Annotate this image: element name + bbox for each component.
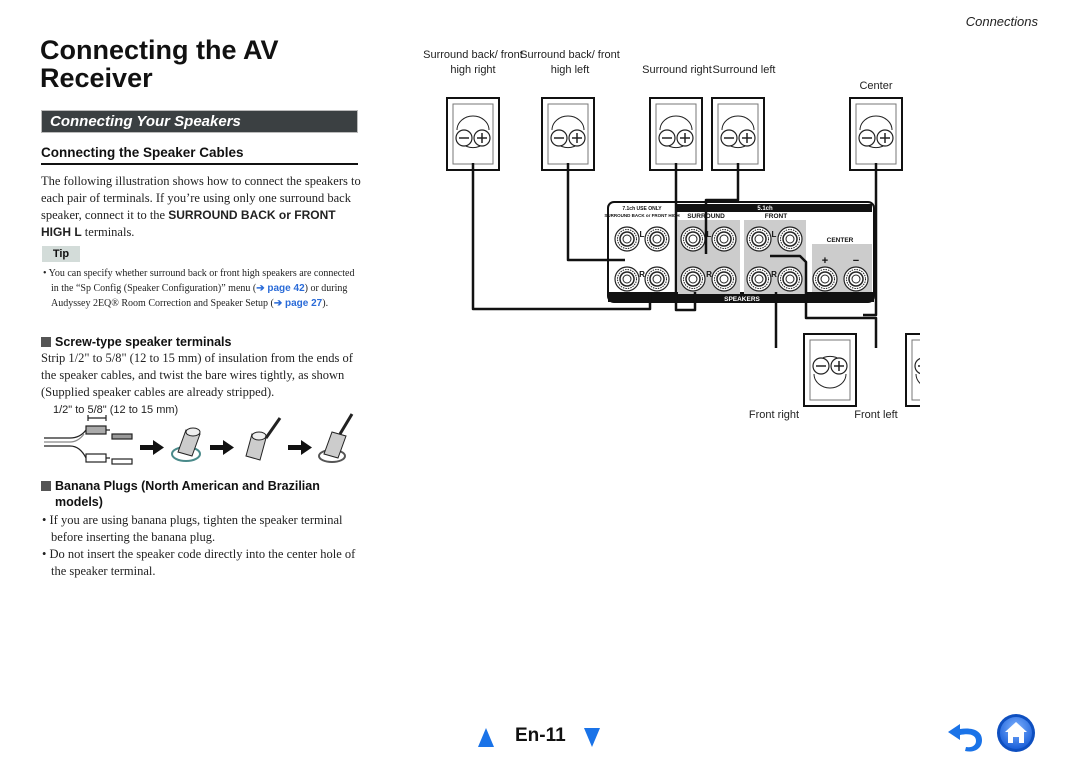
speaker-surround-right [649, 97, 703, 171]
square-bullet-icon [41, 481, 51, 491]
binding-post [746, 226, 772, 252]
binding-post [843, 266, 869, 292]
binding-post [711, 266, 737, 292]
page-27-link[interactable]: ➔ page 27 [274, 298, 322, 309]
terminal-tighten-icon [318, 413, 354, 463]
banana-heading-text: Banana Plugs (North American and Brazili… [55, 479, 320, 509]
terminal-loosen-icon [171, 427, 201, 462]
banana-bullet: • Do not insert the speaker code directl… [42, 547, 356, 578]
square-bullet-icon [41, 337, 51, 347]
panel-r-label: R [771, 270, 777, 279]
panel-r-label: R [706, 270, 712, 279]
banana-bullet: • If you are using banana plugs, tighten… [42, 513, 343, 544]
speaker-surround-left [711, 97, 765, 171]
speaker-sb-left [541, 97, 595, 171]
cable-icon [44, 415, 133, 465]
page-navigation: En-11 [478, 725, 608, 749]
tip-text-3: ). [322, 298, 329, 309]
banana-heading: Banana Plugs (North American and Brazili… [41, 478, 361, 510]
screw-paragraph: Strip 1/2" to 5/8" (12 to 15 mm) of insu… [41, 351, 353, 399]
cables-heading: Connecting the Speaker Cables [41, 145, 358, 165]
panel-center-label: CENTER [827, 237, 854, 244]
diagram-graphics: 7.1ch USE ONLY SURROUND BACK or FRONT HI… [446, 97, 920, 407]
speaker-front-right [803, 333, 857, 407]
binding-post [680, 266, 706, 292]
next-page-icon[interactable] [584, 728, 600, 747]
receiver-panel: 7.1ch USE ONLY SURROUND BACK or FRONT HI… [604, 201, 875, 303]
panel-l-label: L [707, 230, 712, 239]
page-title: Connecting the AV Receiver [40, 35, 279, 93]
panel-plus-label: + [822, 255, 828, 267]
bullet-text: Do not insert the speaker code directly … [49, 547, 356, 578]
intro-paragraph: The following illustration shows how to … [41, 173, 361, 241]
binding-post [680, 226, 706, 252]
back-arrow-icon[interactable] [946, 718, 986, 752]
screw-heading: Screw-type speaker terminals [41, 334, 361, 350]
section-label: Connections [965, 14, 1038, 29]
speaker-front-left [905, 333, 920, 407]
binding-post [777, 266, 803, 292]
speaker-wiring-diagram: Surround back/ front high right Surround… [420, 40, 920, 460]
binding-post [644, 226, 670, 252]
binding-post [614, 226, 640, 252]
home-icon[interactable] [996, 713, 1036, 753]
panel-sbfh-label: SURROUND BACK or FRONT HIGH [604, 213, 679, 218]
binding-post [711, 226, 737, 252]
subsection-heading: Connecting Your Speakers [41, 110, 358, 133]
binding-post [777, 226, 803, 252]
panel-l-label: L [640, 230, 645, 239]
binding-post [746, 266, 772, 292]
arrow-right-icon [140, 440, 164, 455]
speaker-center [849, 97, 903, 171]
panel-r-label: R [639, 270, 645, 279]
panel-51-label: 5.1ch [757, 206, 773, 212]
screw-heading-text: Screw-type speaker terminals [55, 335, 232, 349]
panel-minus-label: − [853, 255, 859, 267]
strip-wire-illustration [44, 413, 354, 465]
page-42-link[interactable]: ➔ page 42 [256, 283, 304, 294]
arrow-right-icon [210, 440, 234, 455]
panel-front-label: FRONT [765, 213, 787, 220]
panel-71-label: 7.1ch USE ONLY [622, 206, 662, 212]
binding-post [644, 266, 670, 292]
page-number: En-11 [515, 725, 566, 746]
intro-text-end: terminals. [81, 225, 135, 239]
terminal-insert-icon [245, 417, 282, 461]
binding-post [614, 266, 640, 292]
binding-post [812, 266, 838, 292]
tip-badge: Tip [42, 246, 80, 262]
arrow-right-icon [288, 440, 312, 455]
panel-l-label: L [772, 230, 777, 239]
panel-speakers-label: SPEAKERS [724, 296, 760, 303]
previous-page-icon[interactable] [478, 728, 494, 747]
speaker-sb-right [446, 97, 500, 171]
tip-text: • You can specify whether surround back … [43, 268, 355, 309]
bullet-text: If you are using banana plugs, tighten t… [49, 513, 343, 544]
